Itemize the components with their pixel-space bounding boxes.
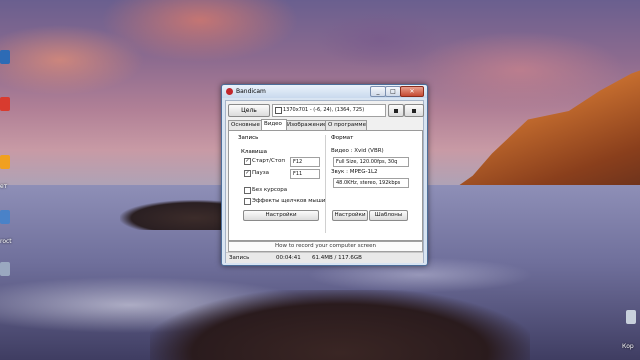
video-format-field: Full Size, 120.00fps, 30q: [333, 157, 409, 167]
format-settings-button[interactable]: Настройки: [332, 210, 368, 221]
capture-area-box[interactable]: 1370x701 - (-6, 24), (1364, 725): [272, 104, 386, 117]
minimize-button[interactable]: _: [370, 86, 386, 97]
desktop-shortcut-icon[interactable]: [0, 97, 10, 111]
bandicam-logo-icon: [226, 88, 233, 95]
stop-square-icon: [394, 108, 398, 113]
format-group-title: Формат: [331, 135, 354, 141]
help-banner-link[interactable]: How to record your computer screen: [228, 241, 423, 252]
tab-image[interactable]: Изображение: [284, 120, 328, 130]
recycle-bin-label: Кор: [622, 343, 634, 350]
recording-settings-button[interactable]: Настройки: [243, 210, 319, 221]
templates-button[interactable]: Шаблоны: [369, 210, 408, 221]
audio-format-field: 48.0KHz, stereo, 192kbps: [333, 178, 409, 188]
start-stop-label: Старт/Стоп: [252, 158, 285, 164]
desktop-shortcut-icon[interactable]: [0, 155, 10, 169]
click-effects-checkbox[interactable]: [244, 198, 251, 205]
file-size: 61.4MB / 117.6GB: [312, 255, 362, 261]
desktop-shortcut-icon[interactable]: [0, 50, 10, 64]
pause-button[interactable]: [388, 104, 404, 117]
status-bar: Запись 00:04:41 61.4MB / 117.6GB: [226, 252, 423, 263]
record-square-icon: [412, 108, 416, 113]
group-divider: [325, 135, 326, 233]
status-state: Запись: [229, 255, 250, 261]
capture-area-checkbox[interactable]: [275, 107, 282, 114]
wallpaper-foreground-rocks: [150, 290, 530, 360]
desktop-shortcut-icon[interactable]: [0, 210, 10, 224]
record-button[interactable]: [404, 104, 424, 117]
desktop-icon-label: roct: [0, 238, 12, 245]
window-client-area: Цель 1370x701 - (-6, 24), (1364, 725) Ос…: [225, 100, 424, 263]
desktop-shortcut-icon[interactable]: [0, 262, 10, 276]
tab-general[interactable]: Основные: [228, 120, 264, 130]
tab-about[interactable]: О программе: [325, 120, 367, 130]
video-codec-label: Видео : Xvid (VBR): [331, 148, 384, 154]
target-button[interactable]: Цель: [228, 104, 270, 117]
pause-checkbox[interactable]: ✓: [244, 170, 251, 177]
maximize-button[interactable]: □: [385, 86, 401, 97]
bandicam-window[interactable]: Bandicam _ □ ✕ Цель 1370x701 - (-6, 24),…: [221, 84, 428, 266]
target-toolbar: Цель 1370x701 - (-6, 24), (1364, 725): [228, 104, 424, 117]
desktop-icon-label: ет: [0, 183, 8, 190]
click-effects-label: Эффекты щелчков мыши: [252, 198, 326, 204]
hide-cursor-checkbox[interactable]: [244, 187, 251, 194]
hotkey-title: Клавиша: [241, 149, 268, 155]
capture-size-text: 1370x701 - (-6, 24), (1364, 725): [283, 107, 365, 113]
pause-hotkey-field[interactable]: F11: [290, 169, 320, 179]
video-tab-panel: Запись Клавиша ✓ Старт/Стоп F12 ✓ Пауза …: [228, 130, 423, 241]
hide-cursor-label: Без курсора: [252, 187, 288, 193]
elapsed-time: 00:04:41: [276, 255, 301, 261]
close-button[interactable]: ✕: [400, 86, 424, 97]
tab-video[interactable]: Видео: [261, 119, 287, 130]
recycle-bin-icon[interactable]: [626, 310, 636, 324]
start-stop-checkbox[interactable]: ✓: [244, 158, 251, 165]
pause-label: Пауза: [252, 170, 270, 176]
window-title: Bandicam: [236, 88, 266, 95]
audio-codec-label: Звук : MPEG-1L2: [331, 169, 378, 175]
recording-group-title: Запись: [238, 135, 259, 141]
start-stop-hotkey-field[interactable]: F12: [290, 157, 320, 167]
title-bar[interactable]: Bandicam _ □ ✕: [222, 85, 427, 98]
